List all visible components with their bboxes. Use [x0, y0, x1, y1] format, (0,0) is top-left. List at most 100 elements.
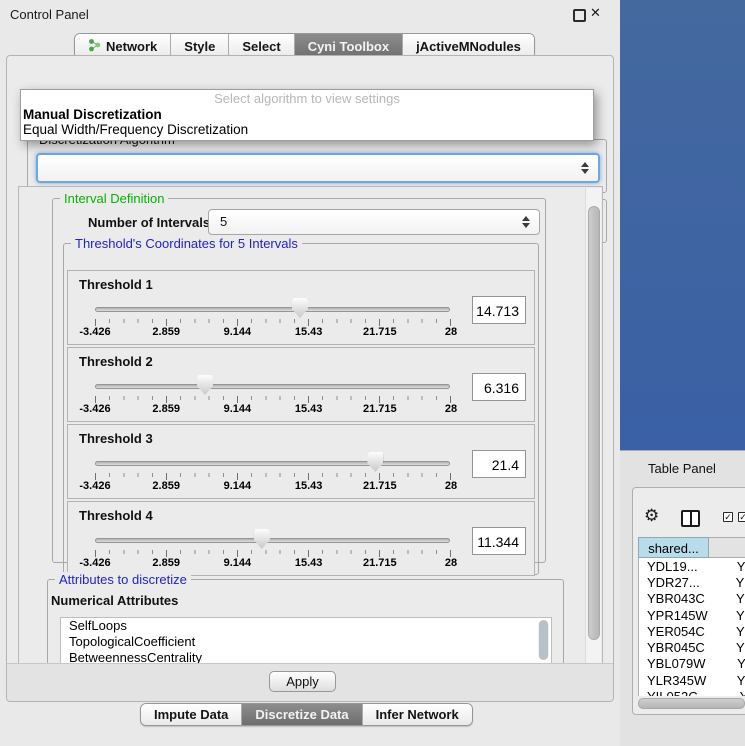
threshold-1-panel: Threshold 1 -3.4262.8599.14415.4321.7152…	[67, 270, 535, 345]
table-row[interactable]: YER054CYER0	[639, 623, 745, 639]
number-of-intervals-combobox[interactable]: 5	[208, 209, 540, 235]
discretization-algorithm-group: Discretization Algorithm	[27, 139, 607, 193]
tick-label: 21.715	[363, 557, 397, 569]
scrollbar-thumb[interactable]	[539, 620, 548, 660]
close-icon[interactable]: ✕	[590, 5, 601, 21]
attribute-list-item[interactable]: SelfLoops	[61, 618, 551, 634]
attribute-list-item[interactable]: BetweennessCentrality	[61, 650, 551, 664]
scrollbar-thumb[interactable]	[588, 206, 600, 640]
combo-arrows-icon	[522, 216, 530, 228]
table-row[interactable]: YIL052CYIL0	[639, 688, 745, 696]
slider-handle[interactable]	[367, 452, 383, 472]
bottom-tab-bar: Impute DataDiscretize DataInfer Network	[140, 703, 473, 726]
interval-definition-group: Interval Definition Number of Intervals …	[52, 198, 546, 563]
threshold-4-value-field[interactable]: 11.344	[472, 527, 526, 555]
threshold-3-slider[interactable]	[95, 452, 450, 472]
apply-button[interactable]: Apply	[269, 671, 336, 692]
cell-name[interactable]: YBR0	[710, 640, 745, 655]
cell-name[interactable]: YDL1	[710, 559, 745, 574]
tick-label: 9.144	[224, 403, 252, 415]
cell-name[interactable]: YLR3	[710, 673, 745, 688]
slider-ticks-major	[95, 473, 451, 480]
network-icon	[88, 38, 101, 55]
threshold-4-panel: Threshold 4 -3.4262.8599.14415.4321.7152…	[67, 501, 535, 576]
slider-track	[95, 461, 450, 466]
tick-label: 2.859	[152, 480, 180, 492]
cell-name[interactable]: YIL0	[710, 689, 745, 696]
tab-infer-network[interactable]: Infer Network	[363, 704, 472, 725]
tick-label: 9.144	[224, 480, 252, 492]
cell-name[interactable]: YDR2	[710, 575, 745, 590]
vertical-scrollbar[interactable]	[585, 188, 601, 663]
table-container: ⚙ ✓ ✓ shared... na YDL19...YDL1YDR27...Y…	[632, 487, 745, 715]
threshold-3-value-field[interactable]: 21.4	[472, 450, 526, 478]
float-window-icon[interactable]	[573, 9, 586, 22]
cell-shared-name[interactable]: YDL19...	[639, 559, 710, 574]
cell-shared-name[interactable]: YDR27...	[639, 575, 710, 590]
table-row[interactable]: YBR045CYBR0	[639, 639, 745, 655]
threshold-3-panel: Threshold 3 -3.4262.8599.14415.4321.7152…	[67, 424, 535, 499]
threshold-label: Threshold 2	[79, 354, 153, 369]
tick-label: 15.43	[295, 480, 323, 492]
cell-shared-name[interactable]: YER054C	[639, 624, 710, 639]
threshold-4-slider[interactable]	[95, 529, 450, 549]
attribute-list-item[interactable]: TopologicalCoefficient	[61, 634, 551, 650]
cell-shared-name[interactable]: YPR145W	[639, 608, 710, 623]
split-column-icon[interactable]	[681, 510, 700, 527]
tick-label: 21.715	[363, 480, 397, 492]
tick-label: 21.715	[363, 403, 397, 415]
cyni-toolbox-panel: Discretization Algorithm Select algorith…	[6, 55, 614, 702]
tab-label: Select	[242, 39, 280, 54]
tab-discretize-data[interactable]: Discretize Data	[242, 704, 362, 725]
dropdown-item-manual-discretization[interactable]: Manual Discretization	[23, 107, 591, 122]
threshold-1-slider[interactable]	[95, 298, 450, 318]
column-header-shared-name[interactable]: shared...	[638, 537, 709, 558]
tick-label: 2.859	[152, 403, 180, 415]
group-title: Interval Definition	[60, 191, 168, 206]
slider-handle[interactable]	[254, 529, 270, 549]
cell-shared-name[interactable]: YBL079W	[639, 656, 710, 671]
cell-name[interactable]: YER0	[710, 624, 745, 639]
group-title: Threshold's Coordinates for 5 Intervals	[71, 236, 302, 251]
cell-shared-name[interactable]: YLR345W	[639, 673, 710, 688]
table-row[interactable]: YDR27...YDR2	[639, 574, 745, 590]
table-row[interactable]: YLR345WYLR3	[639, 672, 745, 688]
tick-label: 15.43	[295, 326, 323, 338]
gear-icon[interactable]: ⚙	[644, 506, 659, 526]
desktop-background: GAL80GCGAL11GAL4GCY1HHAP2	[620, 0, 745, 450]
checkbox-checked-icon[interactable]: ✓	[738, 512, 745, 522]
table-row[interactable]: YBL079WYBL0	[639, 656, 745, 672]
tick-label: -3.426	[79, 557, 110, 569]
group-title: Attributes to discretize	[55, 572, 191, 587]
tick-label: 9.144	[224, 326, 252, 338]
column-header-name[interactable]: na	[709, 537, 745, 558]
tab-impute-data[interactable]: Impute Data	[141, 704, 242, 725]
threshold-2-value-field[interactable]: 6.316	[472, 373, 526, 401]
threshold-2-slider[interactable]	[95, 375, 450, 395]
threshold-label: Threshold 3	[79, 431, 153, 446]
tick-label: 2.859	[152, 326, 180, 338]
algorithm-combobox[interactable]	[36, 153, 600, 183]
numerical-attributes-label: Numerical Attributes	[51, 593, 178, 608]
numerical-attributes-list[interactable]: SelfLoopsTopologicalCoefficientBetweenne…	[60, 617, 552, 664]
settings-scroll-area: Interval Definition Number of Intervals …	[18, 186, 603, 665]
cell-name[interactable]: YPR1	[710, 608, 745, 623]
table-row[interactable]: YBR043CYBR0	[639, 591, 745, 607]
dropdown-item-equal-width-frequency[interactable]: Equal Width/Frequency Discretization	[23, 122, 591, 137]
list-scrollbar[interactable]	[538, 620, 549, 660]
cell-name[interactable]: YBL0	[710, 656, 745, 671]
cell-shared-name[interactable]: YBR045C	[639, 640, 710, 655]
slider-handle[interactable]	[197, 375, 213, 395]
checkbox-checked-icon[interactable]: ✓	[723, 512, 733, 522]
scrollbar-thumb[interactable]	[638, 698, 745, 709]
slider-handle[interactable]	[292, 298, 308, 318]
horizontal-scrollbar[interactable]	[636, 696, 745, 709]
table-row[interactable]: YPR145WYPR1	[639, 607, 745, 623]
tick-label: 21.715	[363, 326, 397, 338]
slider-ticks-major	[95, 396, 451, 403]
cell-shared-name[interactable]: YIL052C	[639, 689, 710, 696]
threshold-1-value-field[interactable]: 14.713	[472, 296, 526, 324]
cell-name[interactable]: YBR0	[710, 591, 745, 606]
table-row[interactable]: YDL19...YDL1	[639, 558, 745, 574]
cell-shared-name[interactable]: YBR043C	[639, 591, 710, 606]
